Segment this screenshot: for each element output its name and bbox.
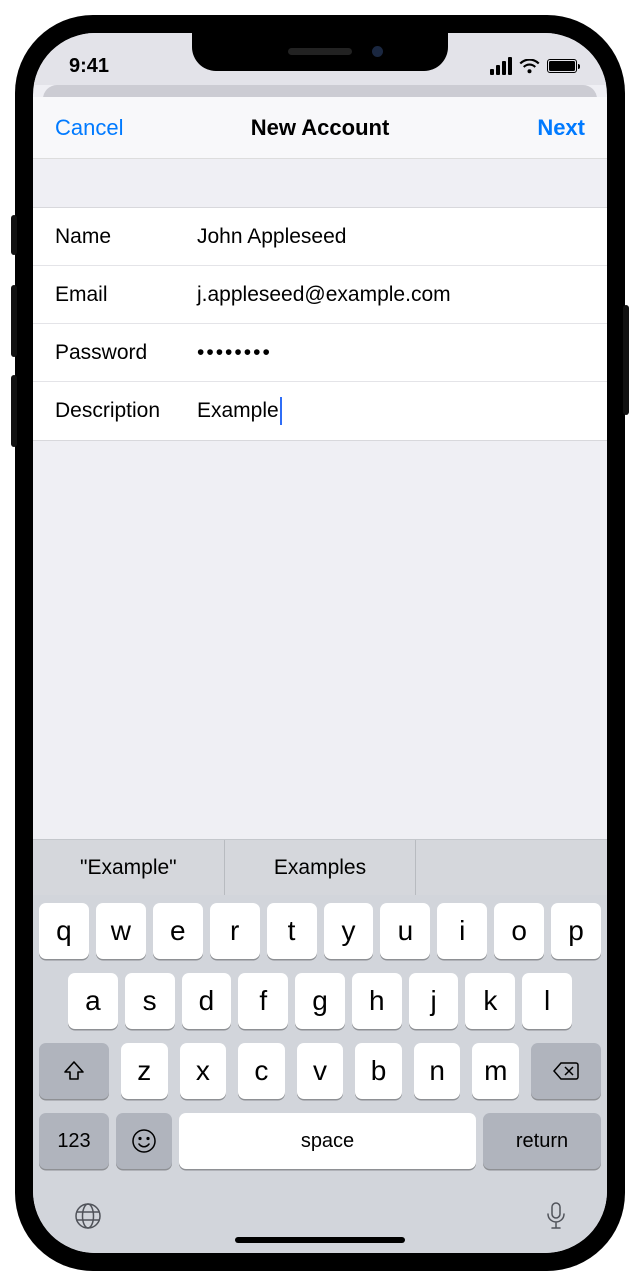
text-cursor	[280, 397, 283, 425]
key-f[interactable]: f	[238, 973, 288, 1029]
suggestion-1[interactable]: Examples	[225, 840, 417, 895]
keyboard-row-4: 123 space return	[39, 1113, 601, 1169]
phone-frame: 9:41 Cancel New Account Next	[15, 15, 625, 1271]
key-a[interactable]: a	[68, 973, 118, 1029]
email-label: Email	[55, 283, 197, 307]
key-p[interactable]: p	[551, 903, 601, 959]
key-b[interactable]: b	[355, 1043, 402, 1099]
suggestion-2[interactable]	[416, 840, 607, 895]
key-c[interactable]: c	[238, 1043, 285, 1099]
email-value: j.appleseed@example.com	[197, 283, 585, 307]
key-x[interactable]: x	[180, 1043, 227, 1099]
password-label: Password	[55, 341, 197, 365]
key-i[interactable]: i	[437, 903, 487, 959]
keyboard-row-3: z x c v b n m	[39, 1043, 601, 1099]
keyboard: q w e r t y u i o p a s d f g h j k l	[33, 895, 607, 1253]
key-k[interactable]: k	[465, 973, 515, 1029]
name-field[interactable]: Name John Appleseed	[33, 208, 607, 266]
screen: 9:41 Cancel New Account Next	[33, 33, 607, 1253]
cellular-icon	[490, 57, 512, 75]
key-m[interactable]: m	[472, 1043, 519, 1099]
suggestion-0[interactable]: "Example"	[33, 840, 225, 895]
description-value: Example	[197, 397, 585, 425]
name-label: Name	[55, 225, 197, 249]
description-field[interactable]: Description Example	[33, 382, 607, 440]
key-o[interactable]: o	[494, 903, 544, 959]
keyboard-row-2: a s d f g h j k l	[39, 973, 601, 1029]
password-field[interactable]: Password ••••••••	[33, 324, 607, 382]
key-j[interactable]: j	[409, 973, 459, 1029]
key-d[interactable]: d	[182, 973, 232, 1029]
status-time: 9:41	[69, 55, 109, 78]
form-fields: Name John Appleseed Email j.appleseed@ex…	[33, 207, 607, 441]
notch	[192, 33, 448, 71]
key-r[interactable]: r	[210, 903, 260, 959]
numbers-key[interactable]: 123	[39, 1113, 109, 1169]
mute-switch	[11, 215, 17, 255]
key-y[interactable]: y	[324, 903, 374, 959]
space-key[interactable]: space	[179, 1113, 476, 1169]
emoji-key[interactable]	[116, 1113, 172, 1169]
home-indicator[interactable]	[235, 1237, 405, 1243]
front-camera	[372, 46, 383, 57]
key-n[interactable]: n	[414, 1043, 461, 1099]
volume-up	[11, 285, 17, 357]
cancel-button[interactable]: Cancel	[55, 115, 123, 141]
key-w[interactable]: w	[96, 903, 146, 959]
key-e[interactable]: e	[153, 903, 203, 959]
key-h[interactable]: h	[352, 973, 402, 1029]
globe-icon[interactable]	[73, 1201, 103, 1231]
key-l[interactable]: l	[522, 973, 572, 1029]
volume-down	[11, 375, 17, 447]
autocorrect-bar: "Example" Examples	[33, 839, 607, 895]
description-text: Example	[197, 399, 279, 423]
page-title: New Account	[251, 115, 390, 141]
speaker-grille	[288, 48, 352, 55]
backspace-key[interactable]	[531, 1043, 601, 1099]
modal-sheet: Cancel New Account Next Name John Apples…	[33, 97, 607, 441]
content-background	[33, 441, 607, 839]
key-t[interactable]: t	[267, 903, 317, 959]
key-s[interactable]: s	[125, 973, 175, 1029]
key-q[interactable]: q	[39, 903, 89, 959]
battery-icon	[547, 59, 577, 73]
wifi-icon	[519, 59, 540, 74]
key-g[interactable]: g	[295, 973, 345, 1029]
key-u[interactable]: u	[380, 903, 430, 959]
keyboard-row-1: q w e r t y u i o p	[39, 903, 601, 959]
key-z[interactable]: z	[121, 1043, 168, 1099]
microphone-icon[interactable]	[545, 1201, 567, 1231]
power-button	[623, 305, 629, 415]
name-value: John Appleseed	[197, 225, 585, 249]
navbar: Cancel New Account Next	[33, 97, 607, 159]
key-v[interactable]: v	[297, 1043, 344, 1099]
email-field[interactable]: Email j.appleseed@example.com	[33, 266, 607, 324]
return-key[interactable]: return	[483, 1113, 601, 1169]
password-value: ••••••••	[197, 341, 585, 365]
description-label: Description	[55, 399, 197, 423]
shift-key[interactable]	[39, 1043, 109, 1099]
next-button[interactable]: Next	[537, 115, 585, 141]
section-spacer	[33, 159, 607, 207]
